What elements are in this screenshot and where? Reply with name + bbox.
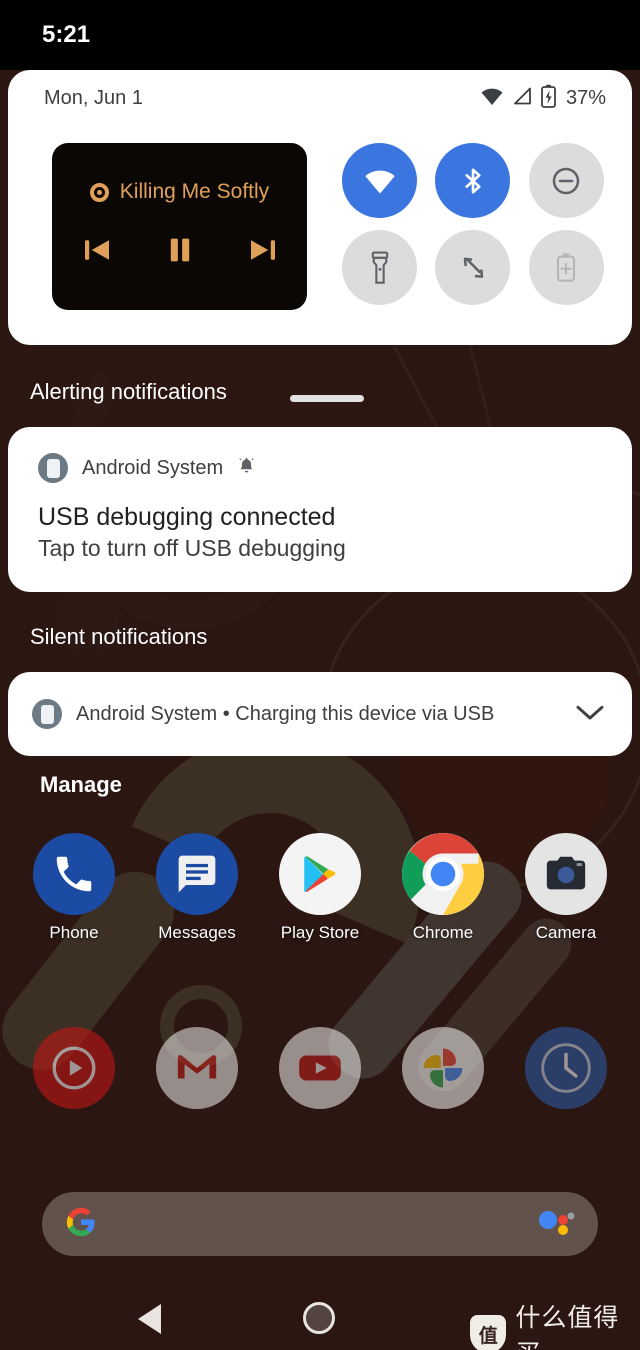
notification-alerting[interactable]: Android System USB debugging connected T… xyxy=(8,427,632,592)
media-pause-button[interactable] xyxy=(163,233,197,272)
shade-drag-handle[interactable] xyxy=(290,395,364,402)
clock-icon xyxy=(525,1027,607,1109)
assistant-dots-icon[interactable] xyxy=(538,1209,576,1240)
gmail-icon xyxy=(156,1027,238,1109)
chevron-down-icon[interactable] xyxy=(574,702,606,727)
signal-icon xyxy=(512,86,533,111)
photos-icon xyxy=(402,1027,484,1109)
wifi-icon xyxy=(364,170,395,194)
watermark: 值 什么值得买 xyxy=(470,1298,640,1350)
youtube-music-icon xyxy=(33,1027,115,1109)
wifi-icon xyxy=(480,86,504,111)
android-system-avatar xyxy=(38,453,68,483)
app-messages[interactable]: Messages xyxy=(149,833,245,943)
home-circle-icon[interactable] xyxy=(303,1302,335,1334)
media-title-row: Killing Me Softly xyxy=(89,180,270,204)
chrome-icon xyxy=(402,833,484,915)
app-camera[interactable]: Camera xyxy=(518,833,614,943)
android-system-avatar xyxy=(32,699,62,729)
qs-tile-bluetooth[interactable] xyxy=(435,143,511,218)
media-next-button[interactable] xyxy=(245,232,281,273)
app-play-store[interactable]: Play Store xyxy=(272,833,368,943)
qs-tile-auto-rotate[interactable] xyxy=(435,230,511,305)
messages-icon xyxy=(156,833,238,915)
google-g-icon xyxy=(64,1205,98,1244)
notification-silent-row: Android System • Charging this device vi… xyxy=(32,699,494,729)
app-label: Phone xyxy=(49,923,99,942)
flashlight-icon xyxy=(371,251,388,284)
google-search-bar[interactable] xyxy=(42,1192,598,1256)
media-controls xyxy=(79,232,281,273)
youtube-icon xyxy=(279,1027,361,1109)
notification-app-row: Android System xyxy=(38,453,602,483)
play-store-icon xyxy=(279,833,361,915)
qs-tile-battery-saver[interactable] xyxy=(528,230,604,305)
media-track-title: Killing Me Softly xyxy=(119,180,270,203)
quick-settings-panel: Mon, Jun 1 37% Killing Me Softly xyxy=(8,70,632,402)
qs-tile-flashlight[interactable] xyxy=(342,230,418,305)
app-youtube-music[interactable] xyxy=(26,1027,122,1109)
qs-tile-do-not-disturb[interactable] xyxy=(528,143,604,218)
manage-button[interactable]: Manage xyxy=(40,772,122,798)
media-previous-button[interactable] xyxy=(79,232,115,273)
quick-settings-header: Mon, Jun 1 37% xyxy=(8,70,632,126)
app-label: Play Store xyxy=(280,923,360,942)
notification-app-name: Android System xyxy=(82,456,224,479)
notification-body: Tap to turn off USB debugging xyxy=(38,535,346,561)
silent-notifications-header: Silent notifications xyxy=(30,624,208,649)
app-label: Messages xyxy=(158,923,236,942)
app-photos[interactable] xyxy=(395,1027,491,1109)
battery-charging-icon xyxy=(541,84,556,113)
watermark-text: 什么值得买 xyxy=(515,1304,620,1350)
disc-icon xyxy=(89,182,109,202)
auto-rotate-icon xyxy=(463,257,484,278)
back-triangle-icon[interactable] xyxy=(138,1304,161,1334)
app-label: Chrome xyxy=(412,923,474,942)
notification-title: USB debugging connected xyxy=(38,503,336,531)
app-row-1: Phone Messages Play Store Chrome Camera xyxy=(0,833,640,943)
notification-silent-summary: Android System • Charging this device vi… xyxy=(76,702,495,725)
media-player-card[interactable]: Killing Me Softly xyxy=(52,143,307,310)
phone-icon xyxy=(33,833,115,915)
camera-icon xyxy=(525,833,607,915)
qs-tile-wifi[interactable] xyxy=(342,143,418,218)
avatar-glyph xyxy=(40,704,54,724)
app-clock[interactable] xyxy=(518,1027,614,1109)
bell-icon xyxy=(237,456,256,481)
avatar-glyph xyxy=(46,458,60,478)
quick-settings-status-icons: 37% xyxy=(480,84,606,113)
quick-settings-date: Mon, Jun 1 xyxy=(44,86,143,109)
status-bar: 5:21 xyxy=(0,0,640,70)
watermark-badge-icon: 值 xyxy=(470,1315,507,1350)
app-row-2 xyxy=(0,1027,640,1109)
app-gmail[interactable] xyxy=(149,1027,245,1109)
app-phone[interactable]: Phone xyxy=(26,833,122,943)
battery-saver-icon xyxy=(557,252,576,282)
do-not-disturb-icon xyxy=(553,167,580,194)
status-bar-clock: 5:21 xyxy=(42,21,91,48)
quick-settings-tiles xyxy=(333,143,613,310)
notification-silent[interactable]: Android System • Charging this device vi… xyxy=(8,672,632,756)
app-label: Camera xyxy=(535,923,597,942)
app-youtube[interactable] xyxy=(272,1027,368,1109)
bluetooth-icon xyxy=(465,167,481,194)
alerting-notifications-header: Alerting notifications xyxy=(30,379,227,404)
android-notification-shade: Phone Messages Play Store Chrome Camera … xyxy=(0,0,640,1350)
battery-percent-label: 37% xyxy=(565,86,606,109)
app-chrome[interactable]: Chrome xyxy=(395,833,491,943)
